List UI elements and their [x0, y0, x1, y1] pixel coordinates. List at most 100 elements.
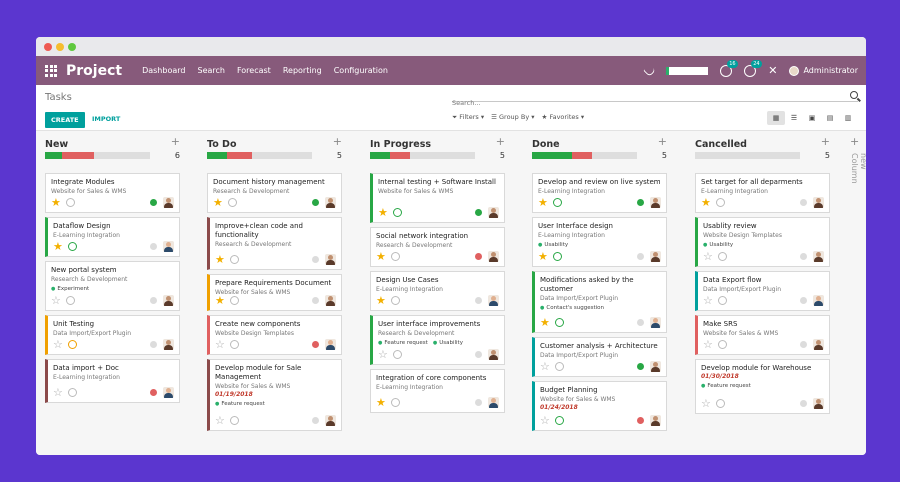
close-icon[interactable]: ✕	[768, 64, 777, 77]
priority-star-icon[interactable]: ☆	[51, 295, 61, 306]
priority-star-icon[interactable]: ★	[215, 254, 225, 265]
activity-clock-icon[interactable]	[716, 198, 725, 207]
task-card[interactable]: Set target for all deparments E-Learning …	[695, 173, 830, 213]
kanban-state-dot[interactable]	[312, 199, 319, 206]
kanban-state-dot[interactable]	[475, 351, 482, 358]
priority-star-icon[interactable]: ☆	[53, 387, 63, 398]
search-icon[interactable]	[850, 91, 858, 99]
priority-star-icon[interactable]: ★	[213, 197, 223, 208]
import-button[interactable]: IMPORT	[92, 115, 120, 123]
kanban-state-dot[interactable]	[800, 199, 807, 206]
activity-clock-icon[interactable]	[230, 340, 239, 349]
priority-star-icon[interactable]: ★	[538, 251, 548, 262]
kanban-state-dot[interactable]	[150, 199, 157, 206]
close-window-button[interactable]	[44, 43, 52, 51]
kanban-state-dot[interactable]	[150, 297, 157, 304]
priority-star-icon[interactable]: ★	[538, 197, 548, 208]
task-card[interactable]: Data import + Doc E-Learning Integration ☆	[45, 359, 180, 403]
activity-clock-icon[interactable]	[393, 350, 402, 359]
list-view-icon[interactable]: ☰	[785, 111, 803, 125]
activity-clock-icon[interactable]	[391, 296, 400, 305]
priority-star-icon[interactable]: ★	[376, 251, 386, 262]
kanban-state-dot[interactable]	[312, 417, 319, 424]
filters-dropdown[interactable]: ⏷ Filters ▾	[452, 113, 484, 122]
menu-reporting[interactable]: Reporting	[283, 66, 322, 75]
kanban-state-dot[interactable]	[150, 243, 157, 250]
menu-dashboard[interactable]: Dashboard	[142, 66, 185, 75]
kanban-state-dot[interactable]	[800, 297, 807, 304]
priority-star-icon[interactable]: ☆	[215, 415, 225, 426]
task-card[interactable]: Social network integration Research & Dev…	[370, 227, 505, 267]
column-progress-bar[interactable]	[207, 152, 312, 159]
quick-create-plus-icon[interactable]: +	[821, 135, 830, 148]
activity-clock-icon[interactable]	[555, 416, 564, 425]
messages-icon[interactable]: 24	[744, 59, 762, 77]
menu-forecast[interactable]: Forecast	[237, 66, 271, 75]
task-card[interactable]: Unit Testing Data Import/Export Plugin ☆	[45, 315, 180, 355]
priority-star-icon[interactable]: ☆	[540, 415, 550, 426]
user-menu[interactable]: Administrator	[789, 65, 858, 76]
activity-clock-icon[interactable]	[555, 362, 564, 371]
minimize-window-button[interactable]	[56, 43, 64, 51]
menu-search[interactable]: Search	[197, 66, 224, 75]
kanban-state-dot[interactable]	[800, 341, 807, 348]
activity-clock-icon[interactable]	[228, 198, 237, 207]
kanban-state-dot[interactable]	[312, 256, 319, 263]
progress-red-segment[interactable]	[226, 152, 253, 159]
column-title[interactable]: In Progress	[370, 139, 431, 150]
task-card[interactable]: Internal testing + Software Install Websi…	[370, 173, 505, 223]
activity-clock-icon[interactable]	[66, 198, 75, 207]
quick-create-plus-icon[interactable]: +	[171, 135, 180, 148]
quick-create-plus-icon[interactable]: +	[333, 135, 342, 148]
task-card[interactable]: Develop and review on live system E-Learn…	[532, 173, 667, 213]
kanban-state-dot[interactable]	[150, 341, 157, 348]
kanban-view-icon[interactable]: ▦	[767, 111, 785, 125]
kanban-state-dot[interactable]	[475, 399, 482, 406]
quick-create-plus-icon[interactable]: +	[658, 135, 667, 148]
priority-star-icon[interactable]: ★	[378, 207, 388, 218]
activity-icon[interactable]: 16	[720, 59, 738, 77]
column-progress-bar[interactable]	[370, 152, 475, 159]
activity-clock-icon[interactable]	[391, 398, 400, 407]
progress-red-segment[interactable]	[571, 152, 592, 159]
priority-star-icon[interactable]: ☆	[703, 339, 713, 350]
kanban-state-dot[interactable]	[312, 297, 319, 304]
activity-clock-icon[interactable]	[68, 242, 77, 251]
app-brand[interactable]: Project	[66, 63, 122, 79]
favorites-dropdown[interactable]: ★ Favorites ▾	[542, 113, 585, 122]
menu-configuration[interactable]: Configuration	[334, 66, 388, 75]
activity-clock-icon[interactable]	[555, 318, 564, 327]
calendar-view-icon[interactable]: ▣	[803, 111, 821, 125]
column-title[interactable]: Done	[532, 139, 560, 150]
priority-star-icon[interactable]: ★	[51, 197, 61, 208]
progress-red-segment[interactable]	[61, 152, 95, 159]
activity-clock-icon[interactable]	[66, 296, 75, 305]
task-card[interactable]: Make SRS Website for Sales & WMS ☆	[695, 315, 830, 355]
pivot-view-icon[interactable]: ▤	[821, 111, 839, 125]
task-card[interactable]: New portal system Research & Development E…	[45, 261, 180, 311]
progress-red-segment[interactable]	[389, 152, 410, 159]
activity-clock-icon[interactable]	[68, 340, 77, 349]
priority-star-icon[interactable]: ☆	[378, 349, 388, 360]
timer-widget[interactable]	[666, 66, 709, 75]
priority-star-icon[interactable]: ☆	[703, 251, 713, 262]
task-card[interactable]: Develop module for Sale Management Websit…	[207, 359, 342, 431]
apps-menu-icon[interactable]	[36, 64, 66, 77]
phone-icon[interactable]	[643, 64, 657, 77]
add-column-plus-icon[interactable]: +	[850, 135, 859, 148]
activity-clock-icon[interactable]	[68, 388, 77, 397]
task-card[interactable]: Budget Planning Website for Sales & WMS 01…	[532, 381, 667, 431]
activity-clock-icon[interactable]	[553, 198, 562, 207]
priority-star-icon[interactable]: ★	[53, 241, 63, 252]
task-card[interactable]: Integrate Modules Website for Sales & WMS…	[45, 173, 180, 213]
activity-clock-icon[interactable]	[230, 416, 239, 425]
kanban-state-dot[interactable]	[800, 253, 807, 260]
task-card[interactable]: Integration of core components E-Learning…	[370, 369, 505, 413]
priority-star-icon[interactable]: ★	[376, 397, 386, 408]
kanban-state-dot[interactable]	[475, 297, 482, 304]
activity-clock-icon[interactable]	[718, 252, 727, 261]
column-title[interactable]: To Do	[207, 139, 236, 150]
progress-green-segment[interactable]	[45, 152, 62, 159]
column-progress-bar[interactable]	[532, 152, 637, 159]
priority-star-icon[interactable]: ☆	[215, 339, 225, 350]
